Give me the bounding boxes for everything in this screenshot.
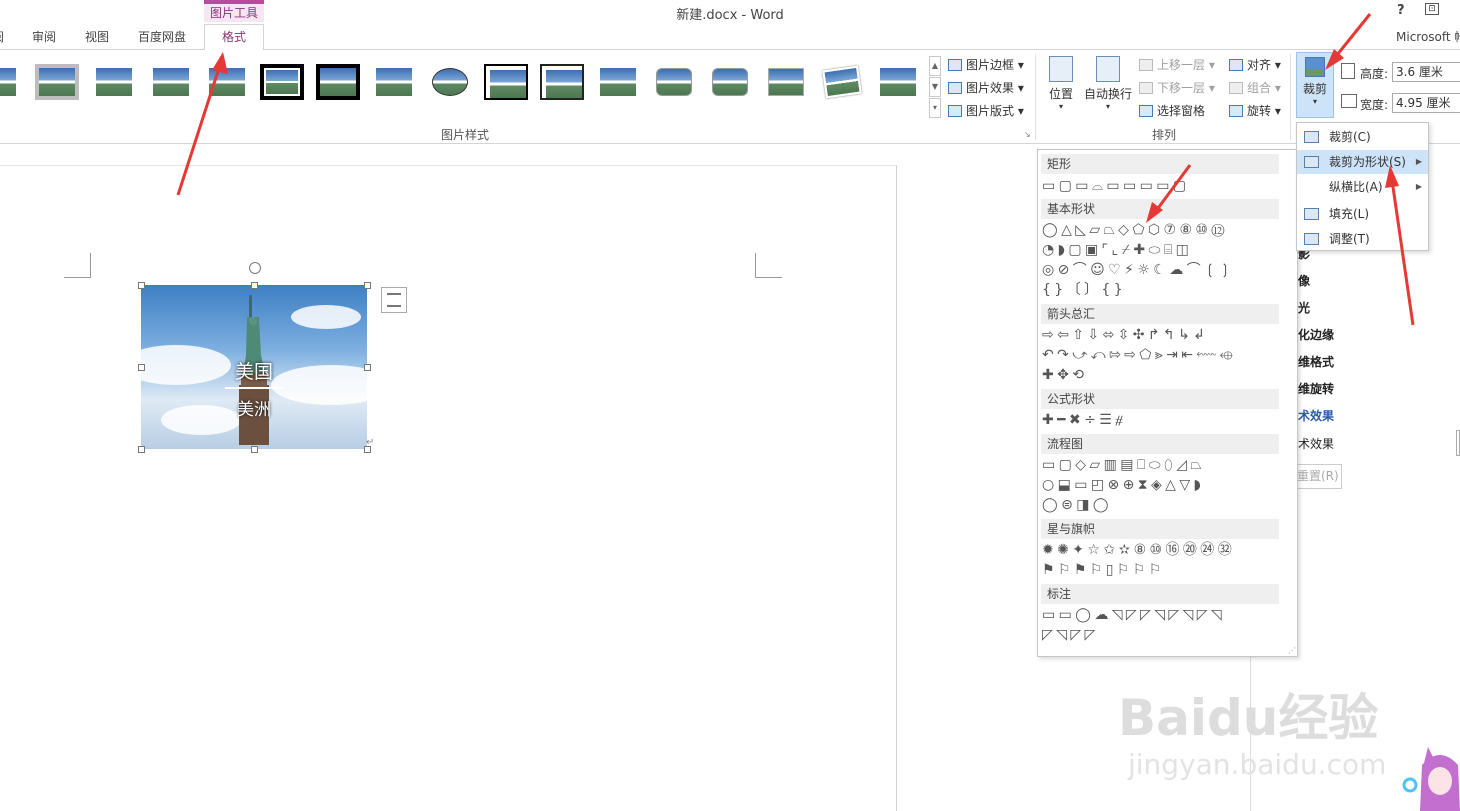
anime-mascot-image: [1402, 747, 1460, 811]
